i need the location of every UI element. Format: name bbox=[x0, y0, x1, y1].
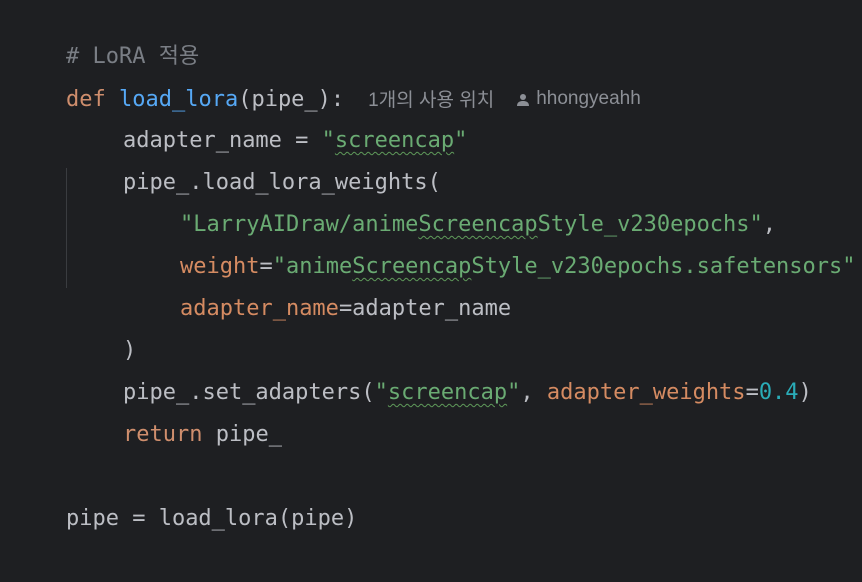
string-quote: " bbox=[507, 380, 521, 405]
code-line-repo-arg[interactable]: "LarryAIDraw/animeScreencapStyle_v230epo… bbox=[127, 162, 776, 237]
code-line-adapter-name[interactable]: adapter_name = "screencap" bbox=[70, 78, 467, 153]
code-line-def[interactable]: def load_lora(pipe_): 1개의 사용 위치 hhongyeahh bbox=[13, 36, 641, 112]
person-icon bbox=[517, 94, 530, 106]
code-line-call[interactable]: pipe = load_lora(pipe) bbox=[13, 456, 357, 531]
code-line-close-paren[interactable]: ) bbox=[70, 288, 136, 363]
string-quote: " bbox=[374, 380, 388, 405]
close-paren: ) bbox=[798, 380, 812, 405]
keyword-return: return bbox=[122, 422, 203, 447]
indent-guide bbox=[66, 168, 67, 288]
code-line-adapter-arg[interactable]: adapter_name=adapter_name bbox=[127, 246, 511, 321]
code-line-return[interactable]: return pipe_ bbox=[70, 372, 282, 447]
keyword-argument: adapter_weights bbox=[546, 380, 746, 405]
separator: , bbox=[520, 380, 547, 405]
call-statement: pipe = load_lora(pipe) bbox=[65, 506, 358, 531]
string-part: Style_v230epochs.safetensors" bbox=[471, 254, 856, 279]
string-typo-word: screencap bbox=[387, 380, 508, 405]
keyword-argument: adapter_name bbox=[179, 296, 339, 321]
author-inlay-hint[interactable]: hhongyeahh bbox=[516, 78, 641, 120]
code-editor[interactable]: # LoRA 적용 def load_lora(pipe_): 1개의 사용 위치… bbox=[0, 0, 862, 531]
return-value: pipe_ bbox=[202, 422, 282, 447]
number-literal: 0.4 bbox=[758, 380, 799, 405]
string-quote: " bbox=[454, 128, 468, 153]
code-line-load-lora-weights[interactable]: pipe_.load_lora_weights( bbox=[70, 120, 441, 195]
code-line-set-adapters[interactable]: pipe_.set_adapters("screencap", adapter_… bbox=[70, 330, 812, 405]
code-line-weight-arg[interactable]: weight="animeScreencapStyle_v230epochs.s… bbox=[127, 204, 856, 279]
equals: = bbox=[745, 380, 759, 405]
argument-value: =adapter_name bbox=[338, 296, 512, 321]
author-name: hhongyeahh bbox=[536, 88, 641, 109]
code-line-comment[interactable]: # LoRA 적용 bbox=[13, 0, 199, 69]
